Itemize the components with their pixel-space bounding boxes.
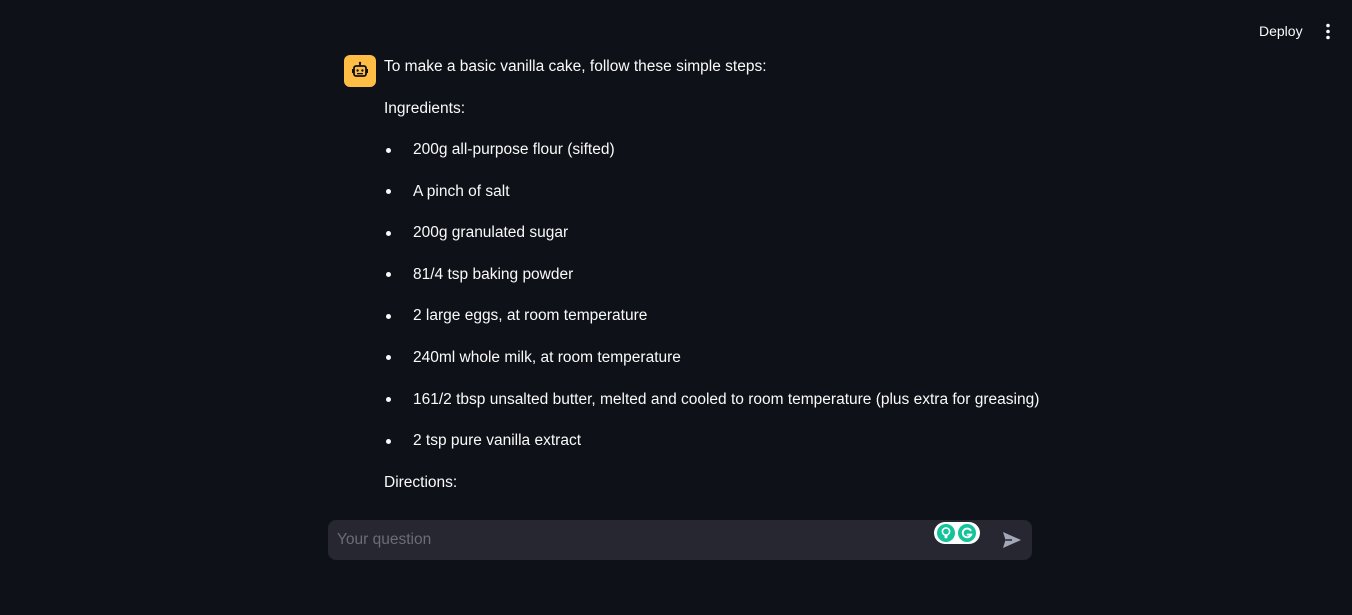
app-header: Deploy xyxy=(0,0,1352,60)
ingredient-text: 200g all-purpose flour (sifted) xyxy=(413,141,615,158)
ingredients-heading: Ingredients: xyxy=(384,99,465,117)
bullet xyxy=(386,438,391,444)
deploy-button[interactable]: Deploy xyxy=(1250,20,1312,42)
robot-icon xyxy=(352,61,368,77)
ingredients-list: 200g all-purpose flour (sifted) A pinch … xyxy=(384,138,1044,471)
chat-input-container xyxy=(328,520,1032,560)
assistant-avatar xyxy=(344,55,376,87)
list-item: 240ml whole milk, at room temperature xyxy=(384,346,1044,388)
send-icon[interactable] xyxy=(1001,530,1023,550)
list-item: 2 large eggs, at room temperature xyxy=(384,304,1044,346)
list-item: A pinch of salt xyxy=(384,180,1044,222)
bullet xyxy=(386,272,391,278)
list-item: 81/4 tsp baking powder xyxy=(384,263,1044,305)
question-input[interactable] xyxy=(328,520,928,560)
bullet xyxy=(386,147,391,153)
ingredient-text: 81/4 tsp baking powder xyxy=(413,265,574,283)
bullet xyxy=(386,189,391,195)
ingredient-text: A pinch of salt xyxy=(413,182,510,200)
bullet xyxy=(386,313,391,319)
list-item: 200g granulated sugar xyxy=(384,221,1044,263)
message-intro: To make a basic vanilla cake, follow the… xyxy=(384,58,767,75)
lightbulb-icon[interactable] xyxy=(937,524,955,542)
grammarly-widget[interactable] xyxy=(934,522,980,544)
list-item: 200g all-purpose flour (sifted) xyxy=(384,138,1044,180)
list-item: 2 tsp pure vanilla extract xyxy=(384,429,1044,471)
bullet xyxy=(386,355,391,361)
bullet xyxy=(386,230,391,236)
ingredient-text: 200g granulated sugar xyxy=(413,224,569,242)
message-content: To make a basic vanilla cake, follow the… xyxy=(384,55,1044,512)
ingredient-text: 161/2 tbsp unsalted butter, melted and c… xyxy=(413,390,1040,408)
list-item: 161/2 tbsp unsalted butter, melted and c… xyxy=(384,388,1044,430)
kebab-menu-icon[interactable] xyxy=(1316,20,1340,44)
directions-heading: Directions: xyxy=(384,473,458,491)
ingredient-text: 2 tsp pure vanilla extract xyxy=(413,432,582,450)
grammarly-icon[interactable] xyxy=(958,524,976,542)
bullet xyxy=(386,397,391,403)
ingredient-text: 2 large eggs, at room temperature xyxy=(413,307,648,325)
ingredient-text: 240ml whole milk, at room temperature xyxy=(413,348,681,366)
